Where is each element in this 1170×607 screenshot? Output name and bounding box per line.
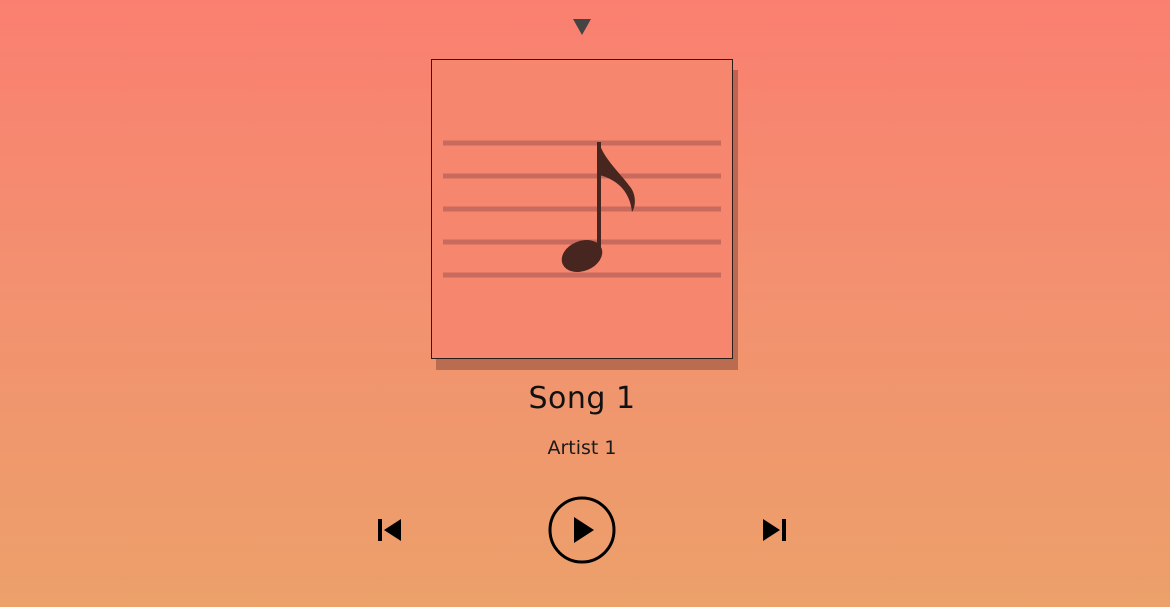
play-button[interactable] bbox=[547, 495, 617, 565]
play-icon bbox=[548, 496, 616, 564]
song-title: Song 1 bbox=[528, 381, 636, 416]
skip-next-icon bbox=[763, 519, 786, 541]
artist-name: Artist 1 bbox=[547, 437, 617, 459]
previous-button[interactable] bbox=[375, 516, 405, 544]
collapse-arrow-icon[interactable] bbox=[573, 19, 591, 35]
skip-previous-icon bbox=[378, 519, 401, 541]
album-art bbox=[431, 59, 738, 370]
music-note-icon bbox=[443, 140, 721, 278]
next-button[interactable] bbox=[759, 516, 789, 544]
album-art-frame bbox=[431, 59, 733, 359]
